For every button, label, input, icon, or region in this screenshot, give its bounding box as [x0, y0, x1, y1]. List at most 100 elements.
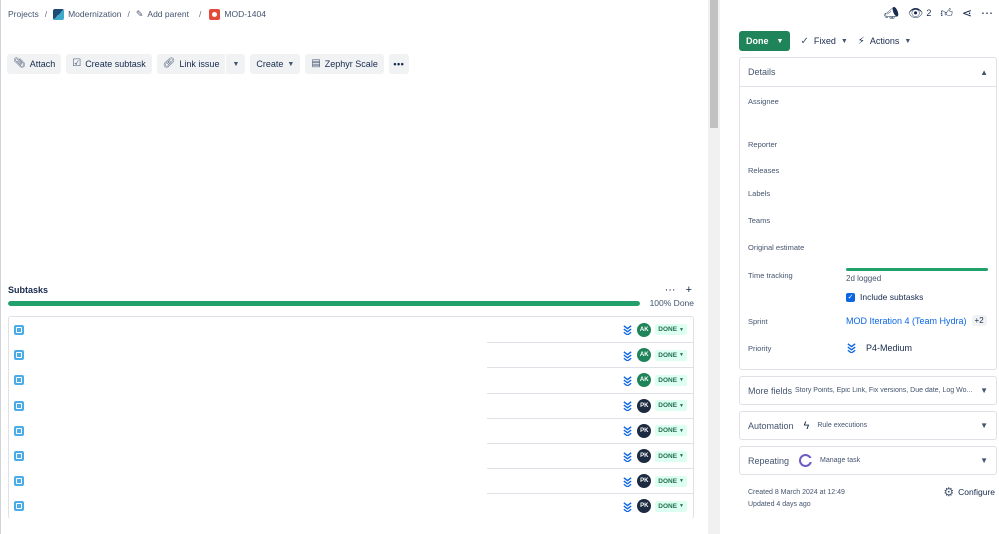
progress-label: 100% Done: [649, 298, 694, 308]
lightning-icon: ϟ: [803, 419, 810, 432]
attach-button[interactable]: 📎︎ Attach: [7, 54, 62, 74]
resolution-label: Fixed: [813, 36, 836, 46]
subtask-status-label: DONE: [658, 326, 678, 334]
more-actions-button[interactable]: •••: [388, 54, 409, 74]
row-divider: [9, 342, 487, 344]
assignee-avatar[interactable]: PK: [637, 398, 652, 413]
scrollbar-thumb[interactable]: [710, 0, 718, 128]
assignee-avatar[interactable]: AK: [637, 348, 652, 363]
subtask-row[interactable]: PK DONE ▼: [9, 392, 693, 418]
check-icon: ✓: [800, 35, 809, 47]
actions-dropdown-button[interactable]: ⚡︎ Actions ▼: [858, 36, 911, 47]
main-scrollbar[interactable]: [708, 0, 720, 534]
add-parent-button[interactable]: ✎ Add parent: [136, 9, 189, 20]
include-subtasks-checkbox[interactable]: ✓ Include subtasks: [846, 292, 923, 302]
priority-medium-icon: [623, 325, 632, 336]
priority-medium-icon: [623, 426, 632, 437]
create-subtask-button[interactable]: ☑ Create subtask: [66, 54, 152, 74]
subtask-row[interactable]: AK DONE ▼: [9, 367, 693, 392]
status-dropdown-button[interactable]: Done ▼: [739, 31, 791, 51]
sprint-link[interactable]: MOD Iteration 4 (Team Hydra): [846, 316, 967, 326]
manage-task-link[interactable]: Manage task: [820, 457, 860, 464]
subtask-row[interactable]: PK DONE ▼: [9, 442, 693, 468]
subtask-type-icon: [14, 425, 24, 436]
priority-medium-icon: [623, 477, 632, 487]
subtask-row[interactable]: AK DONE ▼: [9, 342, 693, 367]
share-icon[interactable]: ⋖: [962, 7, 972, 19]
subtask-status-dropdown[interactable]: DONE ▼: [655, 425, 687, 437]
releases-label: Releases: [748, 166, 780, 175]
subtask-status-label: DONE: [658, 376, 678, 384]
add-subtask-button[interactable]: +: [686, 284, 692, 296]
subtask-status-dropdown[interactable]: DONE ▼: [655, 374, 687, 386]
assignee-avatar[interactable]: PK: [637, 423, 652, 438]
breadcrumb-separator: /: [44, 9, 48, 19]
assignee-avatar[interactable]: PK: [637, 449, 652, 464]
sprint-more-badge[interactable]: +2: [971, 315, 987, 326]
resolution-dropdown-button[interactable]: ✓ Fixed ▼: [800, 36, 847, 47]
more-fields-panel[interactable]: More fields Story Points, Epic Link, Fix…: [739, 376, 997, 405]
repeating-panel[interactable]: Repeating Manage task ▼: [739, 446, 997, 475]
priority-medium-icon: [847, 343, 856, 353]
time-tracking-bar[interactable]: [846, 268, 988, 271]
more-fields-title: More fields: [748, 385, 793, 396]
include-subtasks-label: Include subtasks: [860, 292, 924, 302]
assignee-avatar[interactable]: PK: [637, 499, 652, 514]
chevron-down-icon: ▼: [679, 503, 684, 510]
attach-label: Attach: [29, 59, 56, 69]
link-issue-dropdown-button[interactable]: ▼: [225, 54, 245, 74]
repeating-title: Repeating: [748, 455, 790, 466]
issue-main-pane: Projects / Modernization / ✎ Add parent …: [0, 0, 708, 534]
watch-button[interactable]: 👁︎ 2: [908, 7, 931, 19]
subtasks-title: Subtasks: [8, 285, 49, 295]
chevron-down-icon: ▼: [679, 402, 684, 409]
subtask-status-dropdown[interactable]: DONE ▼: [655, 400, 687, 412]
subtask-row[interactable]: PK DONE ▼: [9, 468, 693, 493]
paperclip-icon: 📎︎: [13, 58, 26, 69]
subtask-status-dropdown[interactable]: DONE ▼: [655, 324, 687, 336]
subtask-status-dropdown[interactable]: DONE ▼: [655, 475, 687, 487]
subtask-row[interactable]: PK DONE ▼: [9, 493, 693, 518]
breadcrumb-project[interactable]: Modernization: [53, 8, 121, 20]
breadcrumb-projects[interactable]: Projects: [8, 9, 39, 19]
subtask-row[interactable]: AK DONE ▼: [9, 317, 693, 342]
rule-executions-link[interactable]: Rule executions: [817, 422, 867, 429]
subtask-type-icon: [14, 324, 24, 335]
subtask-row-meta: PK DONE ▼: [622, 499, 687, 514]
assignee-avatar[interactable]: AK: [637, 373, 652, 388]
chevron-down-icon: ▼: [679, 326, 684, 333]
assignee-avatar[interactable]: AK: [637, 322, 652, 337]
breadcrumb-issue-key[interactable]: MOD-1404: [209, 8, 266, 20]
chevron-down-icon: ▼: [980, 421, 988, 430]
zephyr-scale-button[interactable]: ▤ Zephyr Scale: [305, 54, 384, 74]
megaphone-icon[interactable]: 📣︎: [884, 7, 899, 19]
more-icon[interactable]: ⋯: [981, 7, 993, 19]
configure-button[interactable]: ⚙︎ Configure: [943, 486, 995, 498]
priority-medium-icon: [623, 401, 632, 412]
subtask-status-dropdown[interactable]: DONE ▼: [655, 349, 687, 361]
assignee-avatar[interactable]: PK: [637, 474, 652, 489]
create-button[interactable]: Create ▼: [250, 54, 301, 74]
subtask-status-label: DONE: [658, 351, 678, 359]
subtask-type-icon: [14, 476, 24, 487]
subtasks-more-button[interactable]: ···: [665, 284, 676, 296]
subtask-status-dropdown[interactable]: DONE ▼: [655, 500, 687, 512]
subtask-row[interactable]: PK DONE ▼: [9, 417, 693, 443]
subtask-list: AK DONE ▼ AK DONE ▼ AK DONE ▼ PK DONE ▼ PK DONE ▼ PK DON…: [8, 316, 694, 519]
issue-toolbar: 📎︎ Attach ☑ Create subtask 🔗︎ Link issue…: [7, 54, 409, 74]
subtask-status-label: DONE: [658, 502, 678, 510]
subtask-status-dropdown[interactable]: DONE ▼: [655, 450, 687, 462]
chevron-down-icon: ▼: [904, 37, 912, 45]
priority-value[interactable]: P4-Medium: [846, 342, 912, 353]
details-header[interactable]: Details ▲: [740, 58, 996, 87]
thumbs-up-icon[interactable]: 👍︎: [940, 7, 953, 19]
create-subtask-label: Create subtask: [85, 59, 146, 69]
lightning-icon: ⚡︎: [857, 35, 865, 47]
link-issue-button[interactable]: 🔗︎ Link issue: [157, 54, 226, 74]
chevron-down-icon: ▼: [980, 386, 988, 395]
automation-panel[interactable]: Automation ϟ Rule executions ▼: [739, 411, 997, 440]
chevron-down-icon: ▼: [679, 377, 684, 384]
subtask-status-label: DONE: [658, 402, 678, 410]
updated-date: Updated 4 days ago: [748, 501, 811, 508]
subtask-status-label: DONE: [658, 477, 678, 485]
